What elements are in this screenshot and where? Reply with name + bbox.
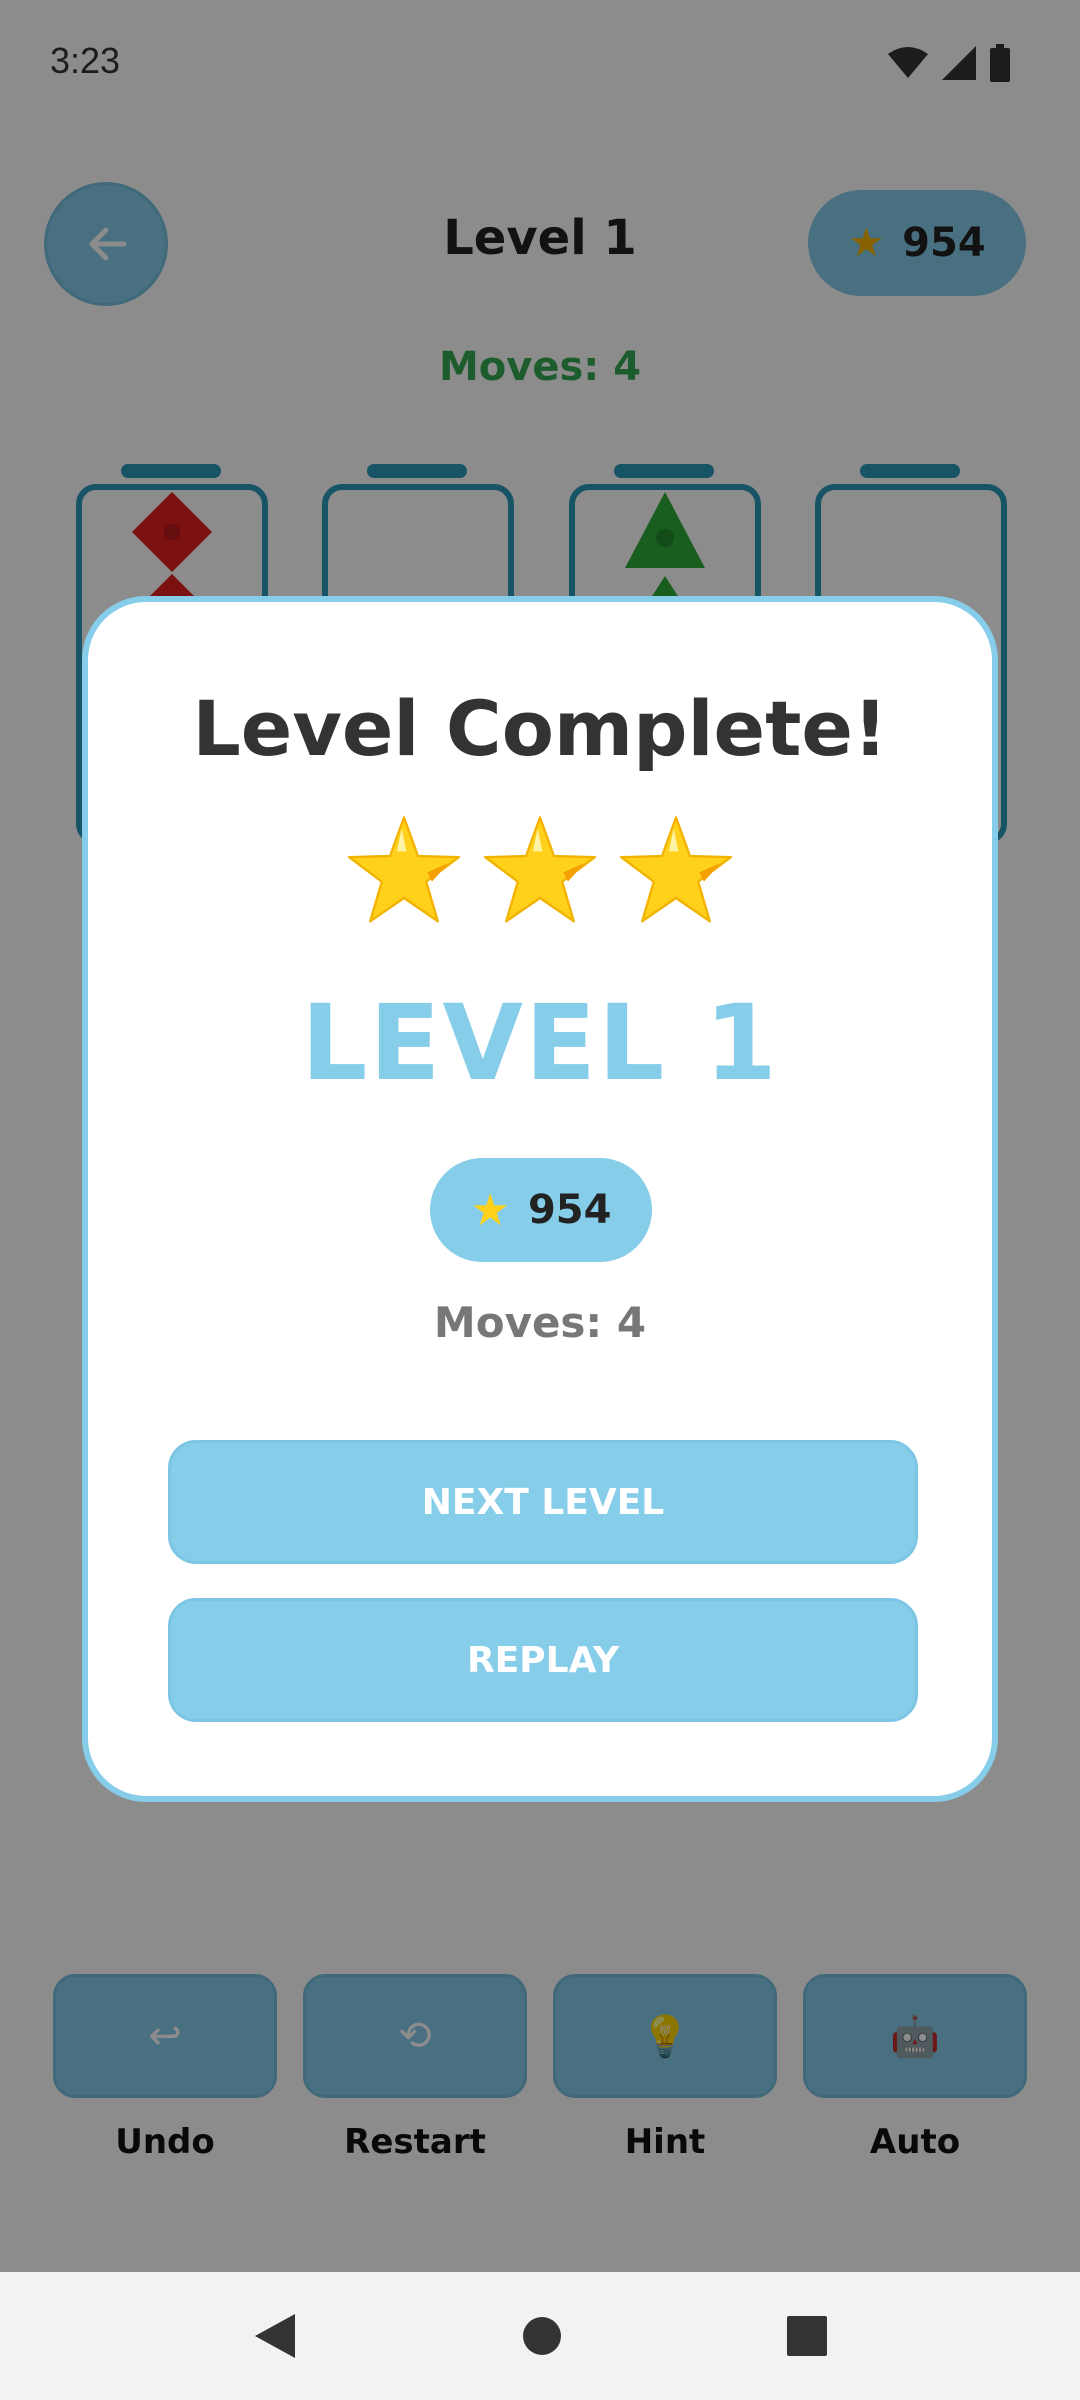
star-icon: [620, 816, 732, 923]
next-level-button[interactable]: NEXT LEVEL: [168, 1440, 918, 1564]
star-rating: [88, 814, 992, 926]
recents-square-icon[interactable]: [787, 2316, 828, 2356]
dialog-title: Level Complete!: [192, 684, 888, 773]
level-complete-dialog: Level Complete! LEVEL 1 ★ 954 Moves: 4 N…: [82, 596, 998, 1802]
system-nav-bar: [0, 2272, 1080, 2400]
star-icon: [484, 816, 596, 923]
star-icon: ★: [470, 1184, 510, 1236]
score-value: 954: [527, 1187, 612, 1233]
score-badge: ★ 954: [430, 1158, 652, 1262]
moves-summary: Moves: 4: [433, 1298, 647, 1347]
replay-button[interactable]: REPLAY: [168, 1598, 918, 1722]
home-circle-icon[interactable]: [522, 2316, 562, 2356]
star-icon: [348, 816, 461, 923]
back-triangle-icon[interactable]: [253, 2312, 297, 2360]
completed-level-label: LEVEL 1: [301, 982, 779, 1104]
